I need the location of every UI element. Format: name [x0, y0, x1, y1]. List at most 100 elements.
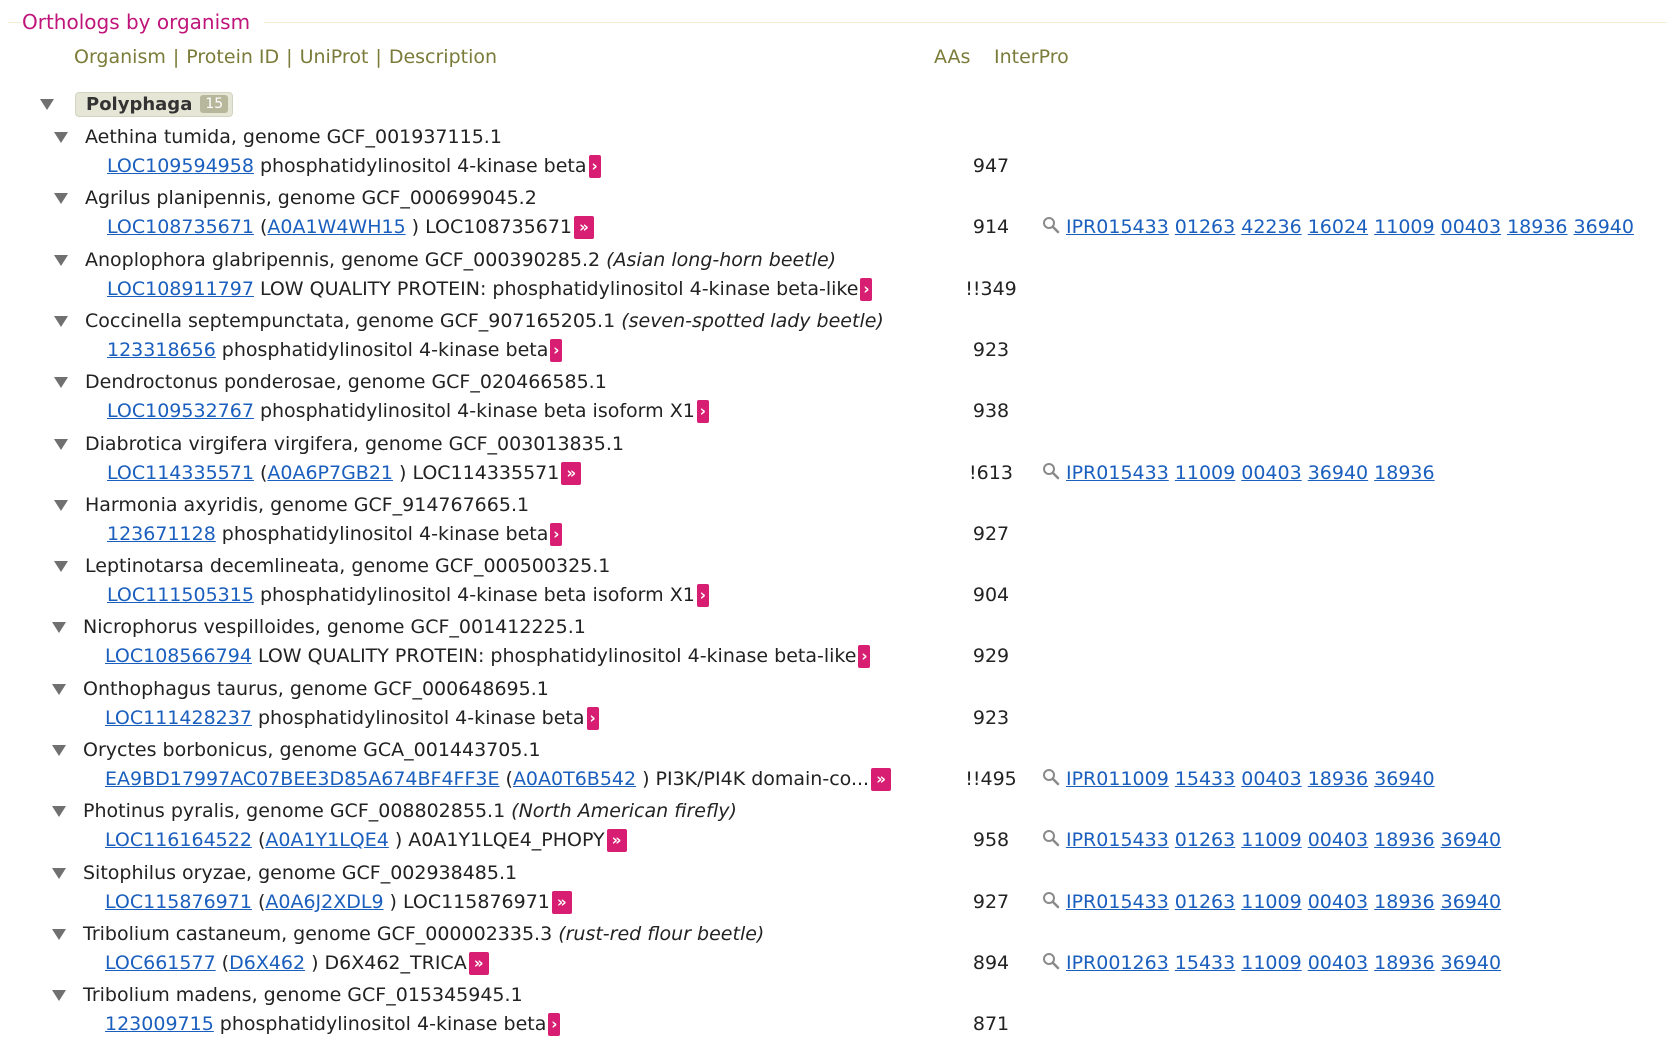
interpro-link[interactable]: 15433	[1175, 952, 1235, 974]
interpro-link[interactable]: 36940	[1374, 768, 1434, 790]
collapse-triangle-icon[interactable]	[52, 928, 66, 940]
protein-id-link[interactable]: LOC116164522	[105, 829, 252, 851]
double-chevron-right-icon[interactable]: ›	[550, 338, 563, 362]
interpro-link[interactable]: 36940	[1441, 829, 1501, 851]
protein-id-link[interactable]: LOC109532767	[107, 400, 254, 422]
group-label[interactable]: Polyphaga 15	[75, 91, 234, 117]
interpro-link[interactable]: 42236	[1241, 216, 1301, 238]
protein-id-link[interactable]: 123009715	[105, 1013, 214, 1035]
protein-id-link[interactable]: 123318656	[107, 339, 216, 361]
organism-row: Dendroctonus ponderosae, genome GCF_0204…	[54, 368, 607, 396]
double-chevron-right-icon[interactable]: ›	[696, 399, 709, 423]
interpro-link[interactable]: IPR015433	[1066, 891, 1169, 913]
interpro-link[interactable]: 00403	[1308, 829, 1368, 851]
protein-id-link[interactable]: LOC111428237	[105, 707, 252, 729]
double-chevron-right-icon[interactable]: »	[551, 890, 572, 914]
protein-id-link[interactable]: LOC111505315	[107, 584, 254, 606]
protein-id-link[interactable]: LOC115876971	[105, 891, 252, 913]
collapse-triangle-icon[interactable]	[52, 805, 66, 817]
interpro-link[interactable]: 00403	[1241, 462, 1301, 484]
magnifier-icon[interactable]	[1042, 952, 1060, 975]
interpro-link[interactable]: 01263	[1175, 216, 1235, 238]
interpro-link[interactable]: 18936	[1507, 216, 1567, 238]
uniprot-link[interactable]: D6X462	[229, 952, 305, 974]
interpro-link[interactable]: 16024	[1308, 216, 1368, 238]
collapse-triangle-icon[interactable]	[54, 376, 68, 388]
protein-id-link[interactable]: LOC109594958	[107, 155, 254, 177]
protein-row: LOC109594958 phosphatidylinositol 4-kinas…	[107, 152, 601, 180]
collapse-triangle-icon[interactable]	[54, 131, 68, 143]
protein-id-link[interactable]: LOC114335571	[107, 462, 254, 484]
interpro-link[interactable]: 36940	[1308, 462, 1368, 484]
magnifier-icon[interactable]	[1042, 891, 1060, 914]
collapse-triangle-icon[interactable]	[52, 867, 66, 879]
double-chevron-right-icon[interactable]: »	[561, 461, 582, 485]
collapse-triangle-icon[interactable]	[54, 560, 68, 572]
interpro-link[interactable]: IPR015433	[1066, 462, 1169, 484]
double-chevron-right-icon[interactable]: »	[468, 951, 489, 975]
protein-description: phosphatidylinositol 4-kinase beta	[257, 707, 585, 729]
interpro-link[interactable]: 01263	[1175, 891, 1235, 913]
interpro-link[interactable]: 00403	[1308, 952, 1368, 974]
collapse-triangle-icon[interactable]	[40, 98, 54, 110]
interpro-link[interactable]: 18936	[1374, 891, 1434, 913]
double-chevron-right-icon[interactable]: »	[606, 828, 627, 852]
interpro-link[interactable]: IPR015433	[1066, 829, 1169, 851]
interpro-link[interactable]: 36940	[1441, 952, 1501, 974]
double-chevron-right-icon[interactable]: ›	[588, 154, 601, 178]
double-chevron-right-icon[interactable]: ›	[858, 644, 871, 668]
double-chevron-right-icon[interactable]: »	[871, 767, 892, 791]
interpro-link[interactable]: IPR011009	[1066, 768, 1169, 790]
protein-id-link[interactable]: LOC108566794	[105, 645, 252, 667]
interpro-link[interactable]: 11009	[1241, 891, 1301, 913]
collapse-triangle-icon[interactable]	[52, 744, 66, 756]
uniprot-link[interactable]: A0A0T6B542	[513, 768, 636, 790]
interpro-link[interactable]: 36940	[1441, 891, 1501, 913]
interpro-link[interactable]: 00403	[1308, 891, 1368, 913]
collapse-triangle-icon[interactable]	[52, 989, 66, 1001]
interpro-link[interactable]: 11009	[1241, 829, 1301, 851]
uniprot-link[interactable]: A0A6P7GB21	[267, 462, 393, 484]
protein-id-link[interactable]: LOC108911797	[107, 278, 254, 300]
double-chevron-right-icon[interactable]: ›	[550, 522, 563, 546]
collapse-triangle-icon[interactable]	[54, 254, 68, 266]
magnifier-icon[interactable]	[1042, 216, 1060, 239]
paren-close: )	[394, 829, 403, 851]
interpro-link[interactable]: 15433	[1175, 768, 1235, 790]
interpro-link[interactable]: 00403	[1241, 768, 1301, 790]
magnifier-icon[interactable]	[1042, 829, 1060, 852]
double-chevron-right-icon[interactable]: ›	[548, 1012, 561, 1036]
interpro-link[interactable]: IPR015433	[1066, 216, 1169, 238]
interpro-link[interactable]: 18936	[1308, 768, 1368, 790]
interpro-link[interactable]: 18936	[1374, 462, 1434, 484]
protein-id-link[interactable]: LOC661577	[105, 952, 216, 974]
collapse-triangle-icon[interactable]	[54, 438, 68, 450]
collapse-triangle-icon[interactable]	[52, 683, 66, 695]
double-chevron-right-icon[interactable]: ›	[586, 706, 599, 730]
collapse-triangle-icon[interactable]	[54, 499, 68, 511]
double-chevron-right-icon[interactable]: ›	[860, 277, 873, 301]
interpro-link[interactable]: 01263	[1175, 829, 1235, 851]
interpro-link[interactable]: 11009	[1374, 216, 1434, 238]
uniprot-link[interactable]: A0A1Y1LQE4	[265, 829, 389, 851]
interpro-link[interactable]: 36940	[1574, 216, 1634, 238]
interpro-link[interactable]: 00403	[1441, 216, 1501, 238]
interpro-link[interactable]: 18936	[1374, 952, 1434, 974]
collapse-triangle-icon[interactable]	[54, 315, 68, 327]
uniprot-link[interactable]: A0A6J2XDL9	[265, 891, 383, 913]
collapse-triangle-icon[interactable]	[54, 192, 68, 204]
protein-id-link[interactable]: EA9BD17997AC07BEE3D85A674BF4FF3E	[105, 768, 500, 790]
magnifier-icon[interactable]	[1042, 462, 1060, 485]
interpro-link[interactable]: IPR001263	[1066, 952, 1169, 974]
protein-id-link[interactable]: 123671128	[107, 523, 216, 545]
interpro-link[interactable]: 18936	[1374, 829, 1434, 851]
magnifier-icon[interactable]	[1042, 768, 1060, 791]
double-chevron-right-icon[interactable]: ›	[696, 583, 709, 607]
protein-id-link[interactable]: LOC108735671	[107, 216, 254, 238]
double-chevron-right-icon[interactable]: »	[574, 215, 595, 239]
collapse-triangle-icon[interactable]	[52, 621, 66, 633]
amino-acid-count: !!495	[965, 768, 1017, 790]
interpro-link[interactable]: 11009	[1175, 462, 1235, 484]
interpro-link[interactable]: 11009	[1241, 952, 1301, 974]
uniprot-link[interactable]: A0A1W4WH15	[267, 216, 405, 238]
